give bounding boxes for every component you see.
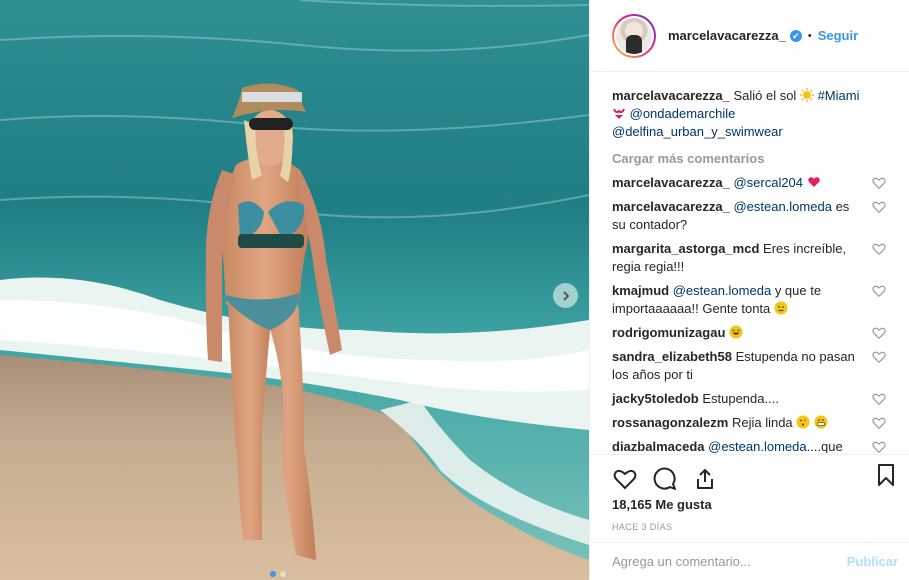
expressionless-face-emoji-icon	[774, 301, 788, 315]
like-comment-heart-icon[interactable]	[872, 242, 886, 256]
comment-text: ....que	[806, 439, 843, 453]
comment-item: marcelavacarezza_ @estean.lomeda es su c…	[612, 198, 894, 234]
comment-item: jacky5toledob Estupenda....	[612, 390, 894, 408]
instagram-post: marcelavacarezza_ ✔ • Seguir marcelavaca…	[0, 0, 909, 580]
post-caption: marcelavacarezza_ Salió el sol #Miami @o…	[612, 87, 894, 141]
avatar[interactable]	[612, 13, 656, 58]
comment-item: margarita_astorga_mcd Eres increíble, re…	[612, 240, 894, 276]
comment-item: kmajmud @estean.lomeda y que te importaa…	[612, 282, 894, 318]
verified-badge-icon: ✔	[789, 29, 802, 42]
share-button[interactable]	[692, 466, 718, 492]
carousel-dot	[280, 571, 286, 577]
comment-item: diazbalmaceda @estean.lomeda....que	[612, 438, 894, 453]
header-username[interactable]: marcelavacarezza_	[668, 28, 786, 43]
comment-item: marcelavacarezza_ @sercal204	[612, 174, 894, 192]
comment-mention[interactable]: @estean.lomeda	[708, 439, 806, 453]
comment-username[interactable]: rodrigomunizagau	[612, 325, 725, 340]
chevron-right-icon	[562, 290, 569, 301]
like-comment-heart-icon[interactable]	[872, 392, 886, 406]
comment-text: Estupenda....	[702, 391, 779, 406]
beach-photo	[0, 0, 589, 580]
caption-username[interactable]: marcelavacarezza_	[612, 88, 730, 103]
comment-item: rossanagonzalezm Rejia linda	[612, 414, 894, 432]
like-comment-heart-icon[interactable]	[872, 440, 886, 453]
heart-icon	[613, 469, 637, 489]
next-image-button[interactable]	[553, 283, 578, 308]
comment-username[interactable]: sandra_elizabeth58	[612, 349, 732, 364]
save-button[interactable]	[874, 463, 900, 489]
post-sidebar: marcelavacarezza_ ✔ • Seguir marcelavaca…	[589, 0, 909, 580]
share-icon	[697, 468, 713, 489]
carousel-indicator	[270, 571, 286, 577]
like-comment-heart-icon[interactable]	[872, 416, 886, 430]
comment-icon	[653, 467, 676, 490]
comment-username[interactable]: rossanagonzalezm	[612, 415, 728, 430]
sun-emoji-icon	[799, 88, 814, 102]
load-more-comments-button[interactable]: Cargar más comentarios	[612, 151, 894, 166]
rofl-emoji-icon	[729, 325, 743, 339]
like-comment-heart-icon[interactable]	[872, 284, 886, 298]
red-heart-emoji-icon	[807, 177, 820, 187]
like-comment-heart-icon[interactable]	[872, 326, 886, 340]
post-actions	[590, 454, 909, 494]
like-comment-heart-icon[interactable]	[872, 200, 886, 214]
comment-username[interactable]: kmajmud	[612, 283, 669, 298]
post-header: marcelavacarezza_ ✔ • Seguir	[590, 0, 909, 72]
publish-button[interactable]: Publicar	[847, 554, 898, 569]
comment-username[interactable]: marcelavacarezza_	[612, 175, 730, 190]
caption-hashtag[interactable]: #Miami	[818, 88, 860, 103]
comment-mention[interactable]: @estean.lomeda	[733, 199, 831, 214]
comment-item: rodrigomunizagau	[612, 324, 894, 342]
comment-mention[interactable]: @sercal204	[733, 175, 803, 190]
comment-input[interactable]	[612, 554, 847, 569]
grinning-face-emoji-icon	[814, 415, 828, 429]
comment-username[interactable]: diazbalmaceda	[612, 439, 705, 453]
comments-list[interactable]: marcelavacarezza_ Salió el sol #Miami @o…	[590, 73, 909, 453]
like-button[interactable]	[612, 466, 638, 492]
post-timestamp[interactable]: HACE 3 DÍAS	[612, 522, 672, 532]
like-comment-heart-icon[interactable]	[872, 350, 886, 364]
comment-item: sandra_elizabeth58 Estupenda no pasan lo…	[612, 348, 894, 384]
caption-text: Salió el sol	[733, 88, 797, 103]
post-photo[interactable]	[0, 0, 589, 580]
comment-text: Rejia linda	[731, 415, 793, 430]
comment-button[interactable]	[652, 466, 678, 492]
comment-mention[interactable]: @estean.lomeda	[673, 283, 771, 298]
carousel-dot-active	[270, 571, 276, 577]
comment-username[interactable]: jacky5toledob	[612, 391, 699, 406]
header-separator: •	[807, 29, 812, 42]
caption-mention-ondademarchile[interactable]: @ondademarchile	[630, 106, 736, 121]
kiss-face-emoji-icon	[796, 415, 810, 429]
comment-username[interactable]: margarita_astorga_mcd	[612, 241, 759, 256]
like-comment-heart-icon[interactable]	[872, 176, 886, 190]
add-comment-bar: Publicar	[590, 542, 909, 580]
caption-mention-delfina[interactable]: @delfina_urban_y_swimwear	[612, 124, 783, 139]
comment-username[interactable]: marcelavacarezza_	[612, 199, 730, 214]
bikini-emoji-icon	[613, 108, 625, 119]
follow-button[interactable]: Seguir	[818, 28, 858, 43]
bookmark-icon	[878, 464, 894, 486]
likes-count[interactable]: 18,165 Me gusta	[612, 497, 712, 512]
